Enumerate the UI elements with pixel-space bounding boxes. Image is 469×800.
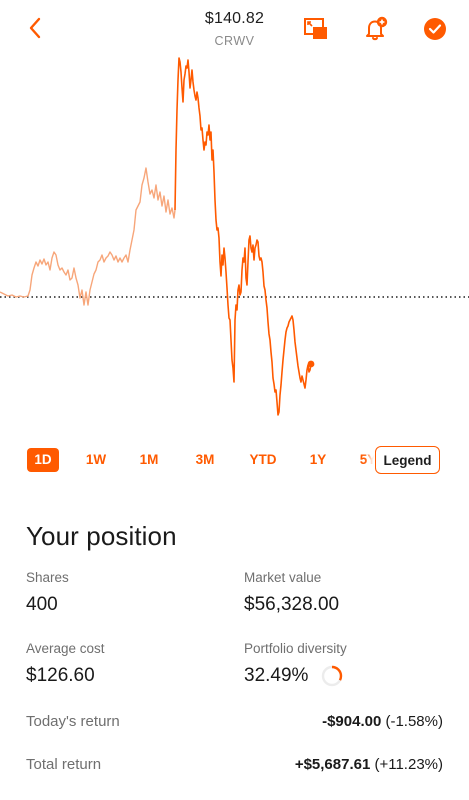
market-value-value: $56,328.00 xyxy=(244,594,340,615)
portfolio-diversity-label: Portfolio diversity xyxy=(244,641,347,656)
todays-return-row: Today's return -$904.00 (-1.58%) xyxy=(26,709,443,733)
range-3m[interactable]: 3M xyxy=(189,448,221,472)
total-return-amount: +$5,687.61 xyxy=(294,755,371,773)
todays-return-value: -$904.00 (-1.58%) xyxy=(322,713,443,730)
total-return-percent: (+11.23%) xyxy=(374,755,443,773)
check-icon xyxy=(424,18,446,40)
legend-button[interactable]: Legend xyxy=(375,446,440,474)
range-1d[interactable]: 1D xyxy=(27,448,59,472)
shares-value: 400 xyxy=(26,594,58,615)
total-return-label: Total return xyxy=(26,755,102,773)
total-return-row: Total return +$5,687.61 (+11.23%) xyxy=(26,752,443,776)
shares-label: Shares xyxy=(26,570,69,585)
range-selector: 1D 1W 1M 3M YTD 1Y 5Y Legend xyxy=(0,446,469,476)
range-1m[interactable]: 1M xyxy=(133,448,165,472)
chart-line-regular xyxy=(174,57,312,416)
average-cost-label: Average cost xyxy=(26,641,105,656)
average-cost-value: $126.60 xyxy=(26,665,95,686)
diversity-ring-icon[interactable] xyxy=(320,664,344,688)
position-title: Your position xyxy=(26,521,177,551)
chart-line-premarket xyxy=(0,167,176,306)
range-ytd[interactable]: YTD xyxy=(244,448,282,472)
range-1y[interactable]: 1Y xyxy=(302,448,334,472)
range-1w[interactable]: 1W xyxy=(80,448,112,472)
market-value-label: Market value xyxy=(244,570,322,585)
portfolio-diversity-value: 32.49% xyxy=(244,665,309,686)
notification-bell-icon xyxy=(366,16,388,41)
todays-return-percent: (-1.58%) xyxy=(385,712,443,730)
todays-return-label: Today's return xyxy=(26,712,120,730)
total-return-value: +$5,687.61 (+11.23%) xyxy=(295,756,443,773)
todays-return-amount: -$904.00 xyxy=(322,712,382,730)
stock-price: $140.82 xyxy=(204,10,265,27)
picture-in-picture-icon xyxy=(304,18,327,39)
chart-current-point xyxy=(307,360,315,368)
price-chart[interactable] xyxy=(0,40,469,430)
